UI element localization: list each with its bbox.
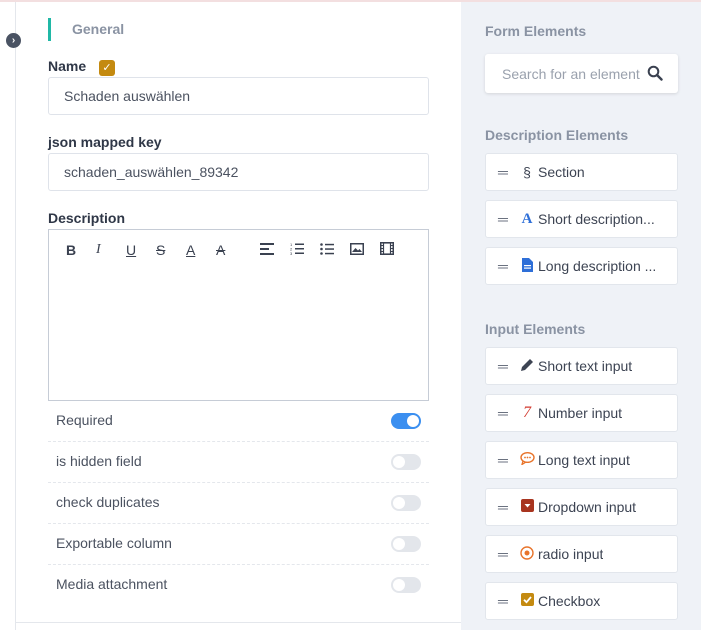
rich-text-toolbar: B I U S A A 123: [49, 230, 428, 260]
toggle-label: Exportable column: [56, 535, 172, 551]
toggle-label: Media attachment: [56, 576, 168, 592]
palette-item-radio-input[interactable]: ═ radio input: [485, 535, 678, 573]
palette-item-short-description[interactable]: ═ A Short description...: [485, 200, 678, 238]
toggle-label: Required: [56, 412, 113, 428]
palette-item-section[interactable]: ═ § Section: [485, 153, 678, 191]
drag-handle-icon[interactable]: ═: [498, 212, 512, 226]
exportable-column-switch[interactable]: [391, 536, 421, 552]
palette-item-long-text-input[interactable]: ═ Long text input: [485, 441, 678, 479]
hidden-field-switch[interactable]: [391, 454, 421, 470]
element-palette: Form Elements Description Elements ═ § S…: [461, 2, 701, 630]
italic-button[interactable]: I: [96, 240, 126, 260]
dropdown-box-icon: [518, 499, 536, 515]
font-a-icon: A: [521, 210, 533, 227]
name-checkbox-icon[interactable]: ✓: [99, 60, 115, 76]
palette-item-long-description[interactable]: ═ Long description ...: [485, 247, 678, 285]
element-search: [485, 54, 678, 93]
toggle-row-required: Required: [48, 401, 429, 442]
element-search-input[interactable]: [485, 54, 645, 93]
section-title-general: General: [48, 18, 124, 41]
toggle-row-exportable-column: Exportable column: [48, 524, 429, 565]
bottom-divider: [16, 622, 461, 623]
toggle-row-media-attachment: Media attachment: [48, 565, 429, 606]
speech-bubble-icon: [518, 451, 536, 468]
required-switch[interactable]: [391, 413, 421, 429]
search-icon[interactable]: [647, 65, 663, 81]
number-seven-icon: 7: [523, 404, 531, 421]
ordered-list-icon[interactable]: 123: [290, 240, 320, 260]
toggle-row-check-duplicates: check duplicates: [48, 483, 429, 524]
json-key-label: json mapped key: [48, 134, 162, 150]
palette-item-label: Checkbox: [538, 593, 601, 609]
name-label: Name: [48, 58, 87, 74]
left-gutter: ›: [0, 2, 21, 630]
form-elements-heading: Form Elements: [485, 23, 587, 39]
background-color-button[interactable]: A: [216, 240, 246, 260]
palette-item-label: Short text input: [538, 358, 633, 374]
palette-item-label: Short description...: [538, 211, 655, 227]
toggle-label: check duplicates: [56, 494, 160, 510]
field-editor-panel: General Name ✓ json mapped key Descripti…: [16, 2, 461, 622]
drag-handle-icon[interactable]: ═: [498, 547, 512, 561]
json-key-input[interactable]: [48, 153, 429, 191]
drag-handle-icon[interactable]: ═: [498, 165, 512, 179]
drag-handle-icon[interactable]: ═: [498, 406, 512, 420]
drag-handle-icon[interactable]: ═: [498, 500, 512, 514]
palette-item-dropdown-input[interactable]: ═ Dropdown input: [485, 488, 678, 526]
svg-text:3: 3: [290, 251, 293, 255]
drag-handle-icon[interactable]: ═: [498, 453, 512, 467]
drag-handle-icon[interactable]: ═: [498, 594, 512, 608]
section-sign-icon: §: [523, 164, 531, 180]
insert-video-icon[interactable]: [380, 240, 410, 260]
palette-item-label: Number input: [538, 405, 623, 421]
input-elements-heading: Input Elements: [485, 321, 586, 337]
media-attachment-switch[interactable]: [391, 577, 421, 593]
palette-item-short-text-input[interactable]: ═ Short text input: [485, 347, 678, 385]
checkbox-icon: [518, 593, 536, 609]
align-left-icon[interactable]: [260, 240, 290, 260]
palette-item-checkbox[interactable]: ═ Checkbox: [485, 582, 678, 620]
bold-button[interactable]: B: [66, 240, 96, 260]
strikethrough-button[interactable]: S: [156, 240, 186, 260]
toggle-label: is hidden field: [56, 453, 142, 469]
palette-item-label: Long description ...: [538, 258, 657, 274]
check-duplicates-switch[interactable]: [391, 495, 421, 511]
pencil-icon: [518, 358, 536, 375]
palette-item-label: Long text input: [538, 452, 630, 468]
underline-button[interactable]: U: [126, 240, 156, 260]
document-icon: [518, 257, 536, 275]
palette-item-label: radio input: [538, 546, 604, 562]
insert-image-icon[interactable]: [350, 240, 380, 260]
bullet-list-icon[interactable]: [320, 240, 350, 260]
drag-handle-icon[interactable]: ═: [498, 259, 512, 273]
name-input[interactable]: [48, 77, 429, 115]
font-color-button[interactable]: A: [186, 240, 216, 260]
radio-dot-icon: [518, 545, 536, 563]
toggle-row-hidden-field: is hidden field: [48, 442, 429, 483]
palette-item-label: Dropdown input: [538, 499, 637, 515]
description-elements-heading: Description Elements: [485, 127, 629, 143]
palette-item-label: Section: [538, 164, 585, 180]
description-rich-text-editor[interactable]: B I U S A A 123: [48, 229, 429, 401]
palette-item-number-input[interactable]: ═ 7 Number input: [485, 394, 678, 432]
description-label: Description: [48, 210, 126, 226]
drag-handle-icon[interactable]: ═: [498, 359, 512, 373]
